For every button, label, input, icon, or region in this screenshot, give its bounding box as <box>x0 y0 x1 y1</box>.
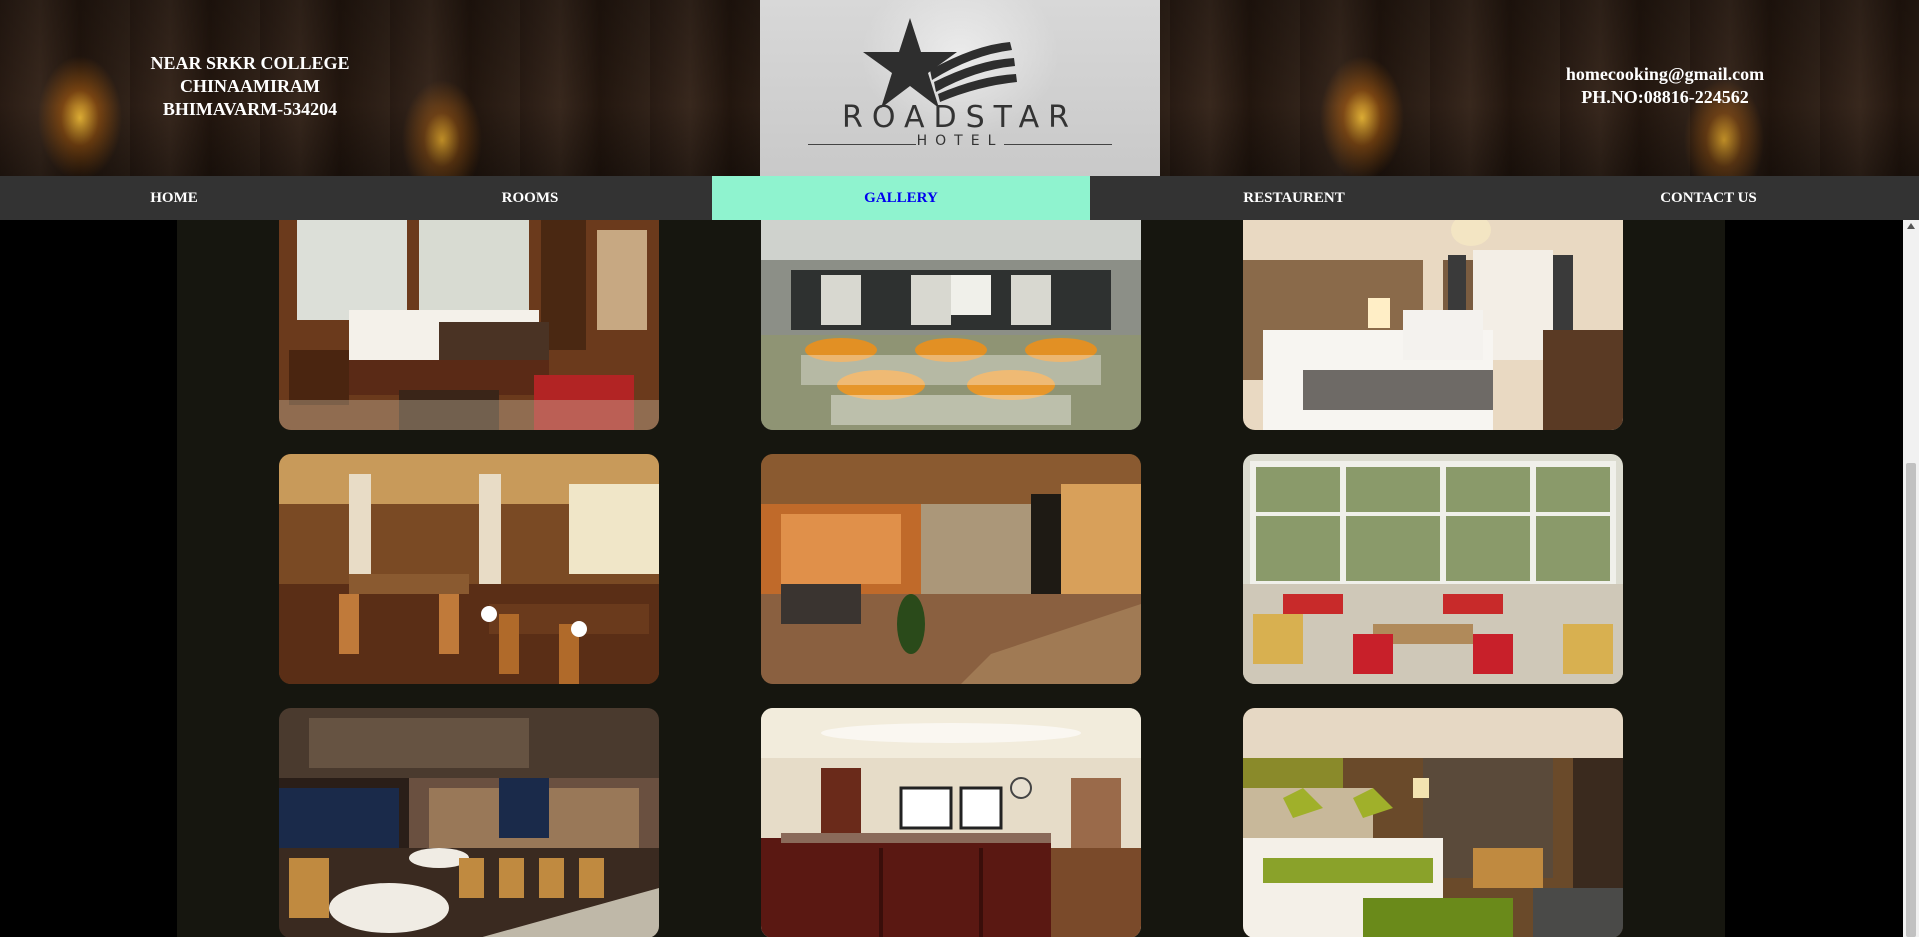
contact-phone: PH.NO:08816-224562 <box>1581 87 1749 107</box>
gallery-section <box>177 220 1725 937</box>
gallery-image-hotel-room-red-rug[interactable] <box>279 220 659 430</box>
address-line: NEAR SRKR COLLEGE <box>150 53 350 73</box>
hotel-logo[interactable]: ROADSTAR HOTEL <box>760 0 1160 176</box>
gallery-image-garden-restaurant[interactable] <box>1243 454 1623 684</box>
gallery-image-twin-bed-room[interactable] <box>1243 220 1623 430</box>
hotel-address: NEAR SRKR COLLEGE CHINAAMIRAM BHIMAVARM-… <box>130 52 370 121</box>
address-line: BHIMAVARM-534204 <box>162 99 338 119</box>
gallery-image-restaurant-wooden[interactable] <box>279 454 659 684</box>
nav-rooms[interactable]: ROOMS <box>348 176 712 220</box>
gallery-image-glass-lobby[interactable] <box>761 454 1141 684</box>
gallery-image-reception-desk[interactable] <box>761 708 1141 937</box>
nav-gallery[interactable]: GALLERY <box>712 176 1090 220</box>
scroll-up-arrow-icon[interactable] <box>1907 223 1915 229</box>
gallery-image-banquet-hall[interactable] <box>761 220 1141 430</box>
logo-title: ROADSTAR <box>842 100 1078 135</box>
nav-restaurent[interactable]: RESTAURENT <box>1090 176 1498 220</box>
contact-email: homecooking@gmail.com <box>1565 64 1765 84</box>
contact-info: homecooking@gmail.com PH.NO:08816-224562 <box>1540 63 1790 109</box>
address-line: CHINAAMIRAM <box>180 76 320 96</box>
logo-subtitle: HOTEL <box>916 133 1004 149</box>
scrollbar-thumb[interactable] <box>1906 463 1916 937</box>
main-navigation: HOME ROOMS GALLERY RESTAURENT CONTACT US <box>0 176 1919 220</box>
gallery-image-green-twin-room[interactable] <box>1243 708 1623 937</box>
nav-contact-us[interactable]: CONTACT US <box>1498 176 1919 220</box>
nav-home[interactable]: HOME <box>0 176 348 220</box>
star-icon <box>863 18 1017 108</box>
page-scrollbar[interactable] <box>1903 220 1919 937</box>
gallery-image-bar-dining[interactable] <box>279 708 659 937</box>
header-banner: NEAR SRKR COLLEGE CHINAAMIRAM BHIMAVARM-… <box>0 0 1919 176</box>
